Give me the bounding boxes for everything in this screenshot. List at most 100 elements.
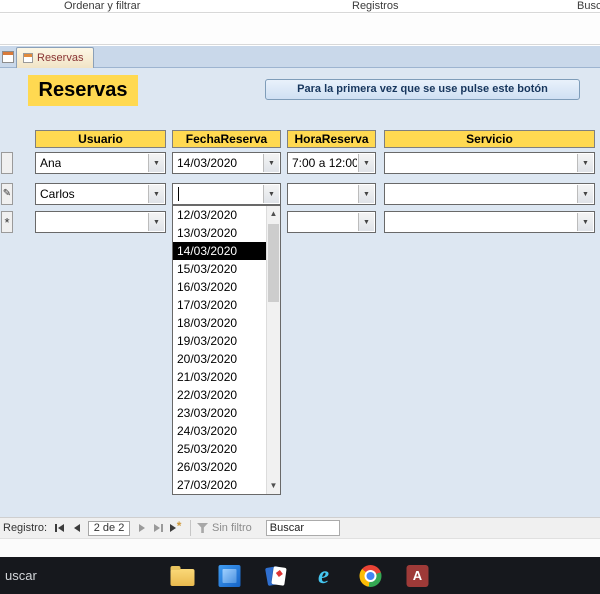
row2-fecha-combo-focused[interactable]: ▼ bbox=[172, 183, 281, 205]
new-record-triangle-icon bbox=[169, 524, 176, 532]
form-icon bbox=[23, 53, 33, 63]
record-selector-row3-new[interactable]: * bbox=[1, 211, 13, 233]
column-header-horareserva: HoraReserva bbox=[287, 130, 376, 148]
taskbar-search[interactable]: uscar bbox=[5, 557, 37, 594]
internet-explorer-button[interactable]: e bbox=[311, 561, 337, 591]
dropdown-scrollbar[interactable]: ▲ ▼ bbox=[266, 206, 280, 494]
chrome-button[interactable] bbox=[358, 561, 384, 591]
chevron-down-icon: ▼ bbox=[582, 190, 589, 198]
date-option[interactable]: 23/03/2020 bbox=[173, 404, 266, 422]
window-bottom-strip bbox=[0, 538, 600, 557]
first-record-button[interactable] bbox=[51, 520, 68, 537]
filter-funnel-icon bbox=[197, 523, 209, 533]
row1-fecha-combo[interactable]: 14/03/2020 ▼ bbox=[172, 152, 281, 174]
date-dropdown-items: 12/03/2020 13/03/2020 14/03/2020 15/03/2… bbox=[173, 206, 266, 494]
date-option[interactable]: 26/03/2020 bbox=[173, 458, 266, 476]
combo-dropdown-button[interactable]: ▼ bbox=[358, 154, 374, 172]
next-triangle-icon bbox=[138, 524, 145, 532]
date-option[interactable]: 24/03/2020 bbox=[173, 422, 266, 440]
record-selector-row2-editing[interactable]: ✎ bbox=[1, 183, 13, 205]
record-navigator-label: Registro: bbox=[3, 522, 48, 534]
search-records-input[interactable]: Buscar bbox=[265, 520, 340, 536]
date-option[interactable]: 18/03/2020 bbox=[173, 314, 266, 332]
combo-dropdown-button[interactable]: ▼ bbox=[148, 154, 164, 172]
combo-dropdown-button[interactable]: ▼ bbox=[577, 154, 593, 172]
taskbar-icons: e A bbox=[170, 557, 431, 594]
date-option[interactable]: 27/03/2020 bbox=[173, 476, 266, 494]
row3-usuario-combo[interactable]: ▼ bbox=[35, 211, 166, 233]
document-tab-bar: Reservas bbox=[0, 46, 600, 68]
date-option[interactable]: 16/03/2020 bbox=[173, 278, 266, 296]
date-option[interactable]: 20/03/2020 bbox=[173, 350, 266, 368]
date-option[interactable]: 12/03/2020 bbox=[173, 206, 266, 224]
date-option[interactable]: 15/03/2020 bbox=[173, 260, 266, 278]
previous-record-button[interactable] bbox=[68, 520, 85, 537]
document-tab-reservas[interactable]: Reservas bbox=[16, 47, 95, 68]
combo-dropdown-button[interactable]: ▼ bbox=[148, 213, 164, 231]
scroll-thumb[interactable] bbox=[268, 224, 279, 302]
row1-usuario-combo[interactable]: Ana ▼ bbox=[35, 152, 166, 174]
scroll-down-button[interactable]: ▼ bbox=[267, 478, 280, 494]
file-explorer-icon bbox=[170, 565, 195, 586]
blue-app-button[interactable] bbox=[217, 561, 243, 591]
date-option[interactable]: 17/03/2020 bbox=[173, 296, 266, 314]
last-record-button[interactable] bbox=[150, 520, 167, 537]
record-selector-row1[interactable] bbox=[1, 152, 13, 174]
card-front-icon bbox=[271, 565, 287, 586]
ribbon-body bbox=[0, 14, 600, 45]
access-button[interactable]: A bbox=[405, 561, 431, 591]
row2-servicio-combo[interactable]: ▼ bbox=[384, 183, 595, 205]
taskbar: uscar e A bbox=[0, 557, 600, 594]
first-use-button[interactable]: Para la primera vez que se use pulse est… bbox=[265, 79, 580, 100]
chevron-down-icon: ▼ bbox=[153, 159, 160, 167]
row3-servicio-combo[interactable]: ▼ bbox=[384, 211, 595, 233]
previous-triangle-icon bbox=[58, 524, 65, 532]
combo-dropdown-button[interactable]: ▼ bbox=[148, 185, 164, 203]
date-option-selected[interactable]: 14/03/2020 bbox=[173, 242, 266, 260]
combo-dropdown-button[interactable]: ▼ bbox=[358, 185, 374, 203]
new-record-asterisk-icon: * bbox=[4, 215, 10, 230]
solitaire-button[interactable] bbox=[264, 561, 290, 591]
pencil-icon: ✎ bbox=[2, 188, 12, 199]
row1-hora-combo[interactable]: 7:00 a 12:00 ▼ bbox=[287, 152, 376, 174]
date-option[interactable]: 13/03/2020 bbox=[173, 224, 266, 242]
chevron-down-icon: ▼ bbox=[363, 190, 370, 198]
first-record-icon bbox=[55, 524, 58, 532]
combo-dropdown-button[interactable]: ▼ bbox=[577, 185, 593, 203]
ribbon-group-search: Busc bbox=[577, 0, 600, 12]
combo-dropdown-button[interactable]: ▼ bbox=[358, 213, 374, 231]
new-record-button[interactable]: * bbox=[167, 519, 184, 537]
date-option[interactable]: 19/03/2020 bbox=[173, 332, 266, 350]
ribbon-group-records: Registros bbox=[352, 0, 399, 12]
chevron-down-icon: ▼ bbox=[268, 190, 275, 198]
chevron-down-icon: ▼ bbox=[268, 159, 275, 167]
combo-value: 7:00 a 12:00 bbox=[292, 156, 357, 170]
date-option[interactable]: 22/03/2020 bbox=[173, 386, 266, 404]
record-position-box[interactable]: 2 de 2 bbox=[88, 520, 131, 536]
column-header-fechareserva: FechaReserva bbox=[172, 130, 281, 148]
combo-dropdown-button[interactable]: ▼ bbox=[263, 154, 279, 172]
combo-dropdown-button[interactable]: ▼ bbox=[263, 185, 279, 203]
column-header-servicio: Servicio bbox=[384, 130, 595, 148]
row2-usuario-combo[interactable]: Carlos ▼ bbox=[35, 183, 166, 205]
chevron-down-icon: ▼ bbox=[153, 218, 160, 226]
column-header-usuario: Usuario bbox=[35, 130, 166, 148]
row1-servicio-combo[interactable]: ▼ bbox=[384, 152, 595, 174]
form-icon-small bbox=[2, 51, 14, 63]
blue-app-icon bbox=[218, 564, 241, 587]
date-option[interactable]: 25/03/2020 bbox=[173, 440, 266, 458]
date-option[interactable]: 21/03/2020 bbox=[173, 368, 266, 386]
taskbar-search-text: uscar bbox=[5, 568, 37, 583]
filter-status[interactable]: Sin filtro bbox=[212, 522, 252, 534]
row3-hora-combo[interactable]: ▼ bbox=[287, 211, 376, 233]
combo-value: 14/03/2020 bbox=[177, 156, 238, 170]
file-explorer-button[interactable] bbox=[170, 561, 196, 591]
reservas-form: Reservas Para la primera vez que se use … bbox=[0, 68, 600, 517]
scroll-up-button[interactable]: ▲ bbox=[267, 206, 280, 222]
row2-hora-combo[interactable]: ▼ bbox=[287, 183, 376, 205]
form-title: Reservas bbox=[28, 75, 138, 106]
record-navigator: Registro: 2 de 2 * Sin filtro Buscar bbox=[0, 517, 600, 538]
next-record-button[interactable] bbox=[133, 520, 150, 537]
combo-dropdown-button[interactable]: ▼ bbox=[577, 213, 593, 231]
text-caret bbox=[178, 187, 179, 201]
